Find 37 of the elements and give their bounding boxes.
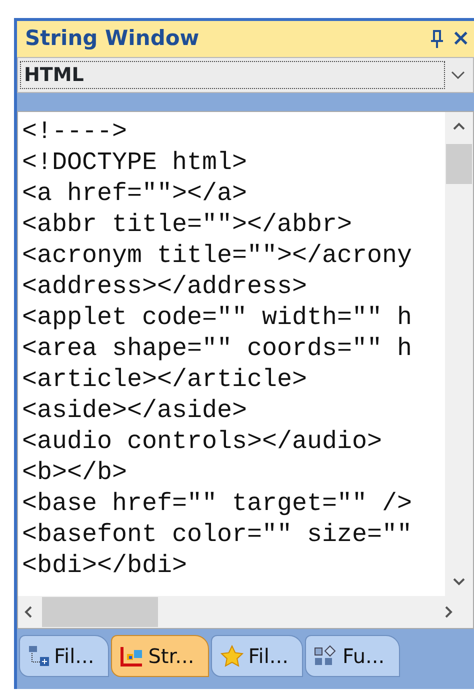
tab[interactable]: Fil... bbox=[211, 635, 304, 677]
star-icon bbox=[220, 645, 244, 667]
list-item[interactable]: <audio controls></audio> bbox=[22, 426, 445, 457]
tab[interactable]: Fu... bbox=[305, 635, 400, 677]
close-button[interactable]: × bbox=[448, 28, 474, 50]
list-item[interactable]: <article></article> bbox=[22, 364, 445, 395]
horizontal-scrollbar[interactable] bbox=[18, 596, 473, 628]
tab[interactable]: Fil... bbox=[19, 635, 110, 677]
shapes-icon bbox=[314, 645, 338, 667]
dropdown-value: HTML bbox=[20, 61, 445, 89]
scroll-left-icon[interactable] bbox=[24, 606, 32, 618]
list-item[interactable]: <abbr title=""></abbr> bbox=[22, 209, 445, 240]
list-item[interactable]: <address></address> bbox=[22, 271, 445, 302]
scroll-thumb[interactable] bbox=[446, 144, 472, 184]
list-item[interactable]: <base href="" target="" /> bbox=[22, 488, 445, 519]
list-item[interactable]: <!----> bbox=[22, 116, 445, 147]
pin-icon bbox=[430, 28, 444, 49]
tab[interactable]: Str... bbox=[111, 635, 210, 677]
list-item[interactable]: <basefont color="" size="" bbox=[22, 519, 445, 550]
list-item[interactable]: <bdi></bdi> bbox=[22, 550, 445, 581]
list-item[interactable]: <!DOCTYPE html> bbox=[22, 147, 445, 178]
scroll-right-icon[interactable] bbox=[445, 606, 453, 618]
list-item[interactable]: <a href=""></a> bbox=[22, 178, 445, 209]
scroll-down-icon[interactable] bbox=[453, 578, 465, 586]
chart-icon bbox=[120, 645, 144, 667]
list-item[interactable]: <area shape="" coords="" h bbox=[22, 333, 445, 364]
language-dropdown[interactable]: HTML bbox=[17, 57, 474, 93]
list-item[interactable]: <b></b> bbox=[22, 457, 445, 488]
list-item[interactable]: <acronym title=""></acrony bbox=[22, 240, 445, 271]
scroll-thumb[interactable] bbox=[42, 597, 158, 627]
scroll-up-icon[interactable] bbox=[453, 122, 465, 130]
list-item[interactable]: <applet code="" width="" h bbox=[22, 302, 445, 333]
chevron-down-icon bbox=[451, 71, 465, 79]
list-item[interactable]: <aside></aside> bbox=[22, 395, 445, 426]
window-title: String Window bbox=[25, 25, 200, 52]
vertical-scrollbar[interactable] bbox=[445, 112, 473, 596]
tree-icon bbox=[28, 645, 50, 667]
